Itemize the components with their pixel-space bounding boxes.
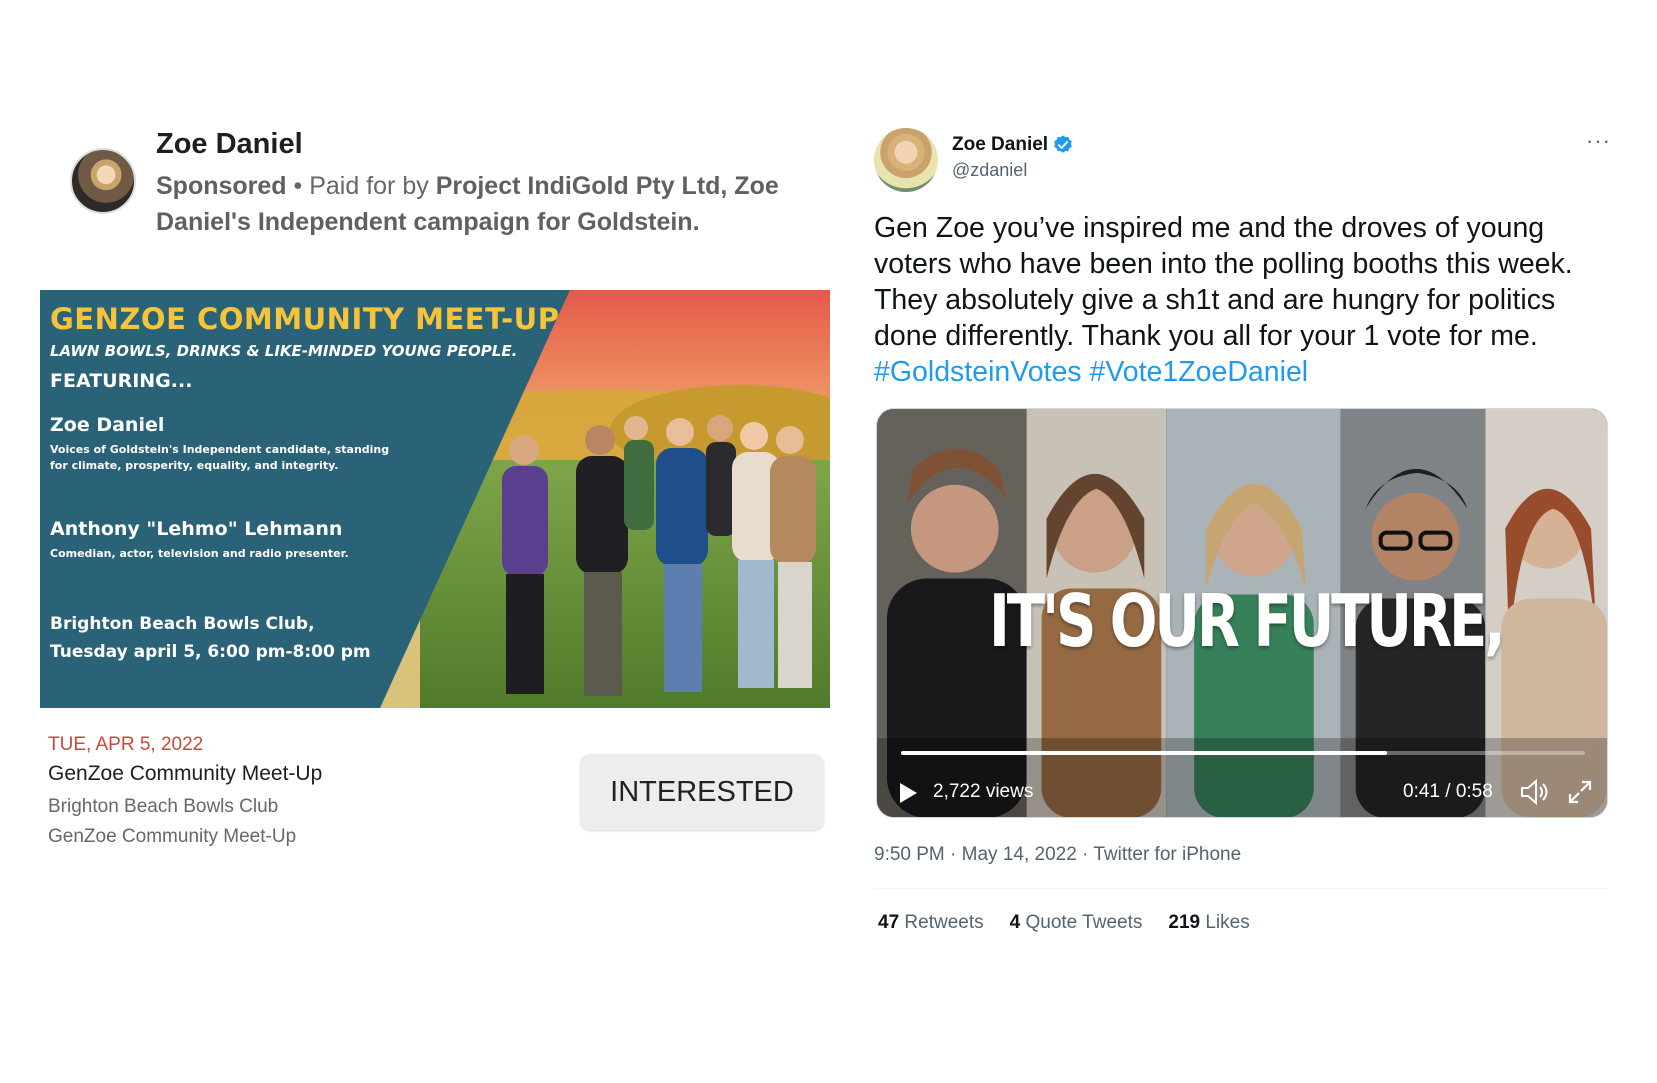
tweet-text: Gen Zoe you’ve inspired me and the drove… (874, 210, 1584, 390)
sponsored-line: Sponsored • Paid for by Project IndiGold… (156, 168, 796, 240)
page-name[interactable]: Zoe Daniel (156, 128, 303, 161)
video-caption: IT'S OUR FUTURE, (989, 579, 1506, 663)
quotes-label: Quote Tweets (1020, 912, 1143, 933)
divider (874, 888, 1608, 889)
fullscreen-icon[interactable] (1565, 777, 1595, 807)
cover-person1-desc: Voices of Goldstein's Independent candid… (50, 443, 390, 472)
cover-text: GENZOE COMMUNITY MEET-UP LAWN BOWLS, DRI… (50, 302, 559, 392)
tweet-handle[interactable]: @zdaniel (952, 160, 1027, 181)
cover-person2-name: Anthony "Lehmo" Lehmann (50, 518, 343, 540)
quote-tweets-stat[interactable]: 4 Quote Tweets (1010, 912, 1143, 934)
verified-badge-icon (1054, 135, 1072, 153)
page-avatar[interactable] (70, 148, 136, 214)
video-progress-bar[interactable] (901, 751, 1585, 755)
event-location: Brighton Beach Bowls Club (48, 796, 279, 817)
tweet-timestamp[interactable]: 9:50 PM · May 14, 2022 · Twitter for iPh… (874, 844, 1241, 866)
retweets-count: 47 (878, 912, 900, 933)
cover-person2-desc: Comedian, actor, television and radio pr… (50, 547, 349, 560)
tweet-video[interactable]: IT'S OUR FUTURE, 2,722 views 0:41 / 0:58 (876, 408, 1608, 818)
tweet-author-name[interactable]: Zoe Daniel (952, 134, 1048, 156)
event-cover-image[interactable]: GENZOE COMMUNITY MEET-UP LAWN BOWLS, DRI… (40, 290, 830, 708)
retweets-label: Retweets (899, 912, 984, 933)
paid-for-prefix: • Paid for by (286, 172, 436, 200)
tweet-avatar[interactable] (874, 128, 938, 192)
event-date: TUE, APR 5, 2022 (48, 734, 204, 755)
tweet-body: Gen Zoe you’ve inspired me and the drove… (874, 212, 1573, 352)
cover-person1-name: Zoe Daniel (50, 414, 165, 436)
likes-stat[interactable]: 219 Likes (1168, 912, 1249, 934)
likes-count: 219 (1168, 912, 1201, 933)
video-time: 0:41 / 0:58 (1403, 781, 1493, 802)
quotes-count: 4 (1009, 912, 1021, 933)
cover-featuring: FEATURING... (50, 370, 193, 392)
cover-headline: GENZOE COMMUNITY MEET-UP (50, 302, 560, 336)
event-title[interactable]: GenZoe Community Meet-Up (48, 762, 322, 786)
sponsored-label: Sponsored (156, 172, 287, 200)
play-icon[interactable] (897, 781, 919, 805)
more-options-icon[interactable]: ··· (1586, 128, 1611, 154)
event-subtitle: GenZoe Community Meet-Up (48, 826, 297, 847)
interested-button[interactable]: INTERESTED (580, 754, 824, 830)
likes-label: Likes (1200, 912, 1250, 933)
tweet-hashtags[interactable]: #GoldsteinVotes #Vote1ZoeDaniel (874, 356, 1308, 388)
cover-when: Tuesday april 5, 6:00 pm-8:00 pm (50, 642, 371, 662)
volume-icon[interactable] (1519, 777, 1551, 807)
retweets-stat[interactable]: 47 Retweets (878, 912, 984, 934)
tweet-stats: 47 Retweets 4 Quote Tweets 219 Likes (878, 912, 1250, 934)
video-progress-fill (901, 751, 1387, 755)
cover-venue: Brighton Beach Bowls Club, (50, 614, 315, 634)
video-views: 2,722 views (933, 781, 1034, 802)
cover-subhead: LAWN BOWLS, DRINKS & LIKE-MINDED YOUNG P… (50, 342, 518, 360)
